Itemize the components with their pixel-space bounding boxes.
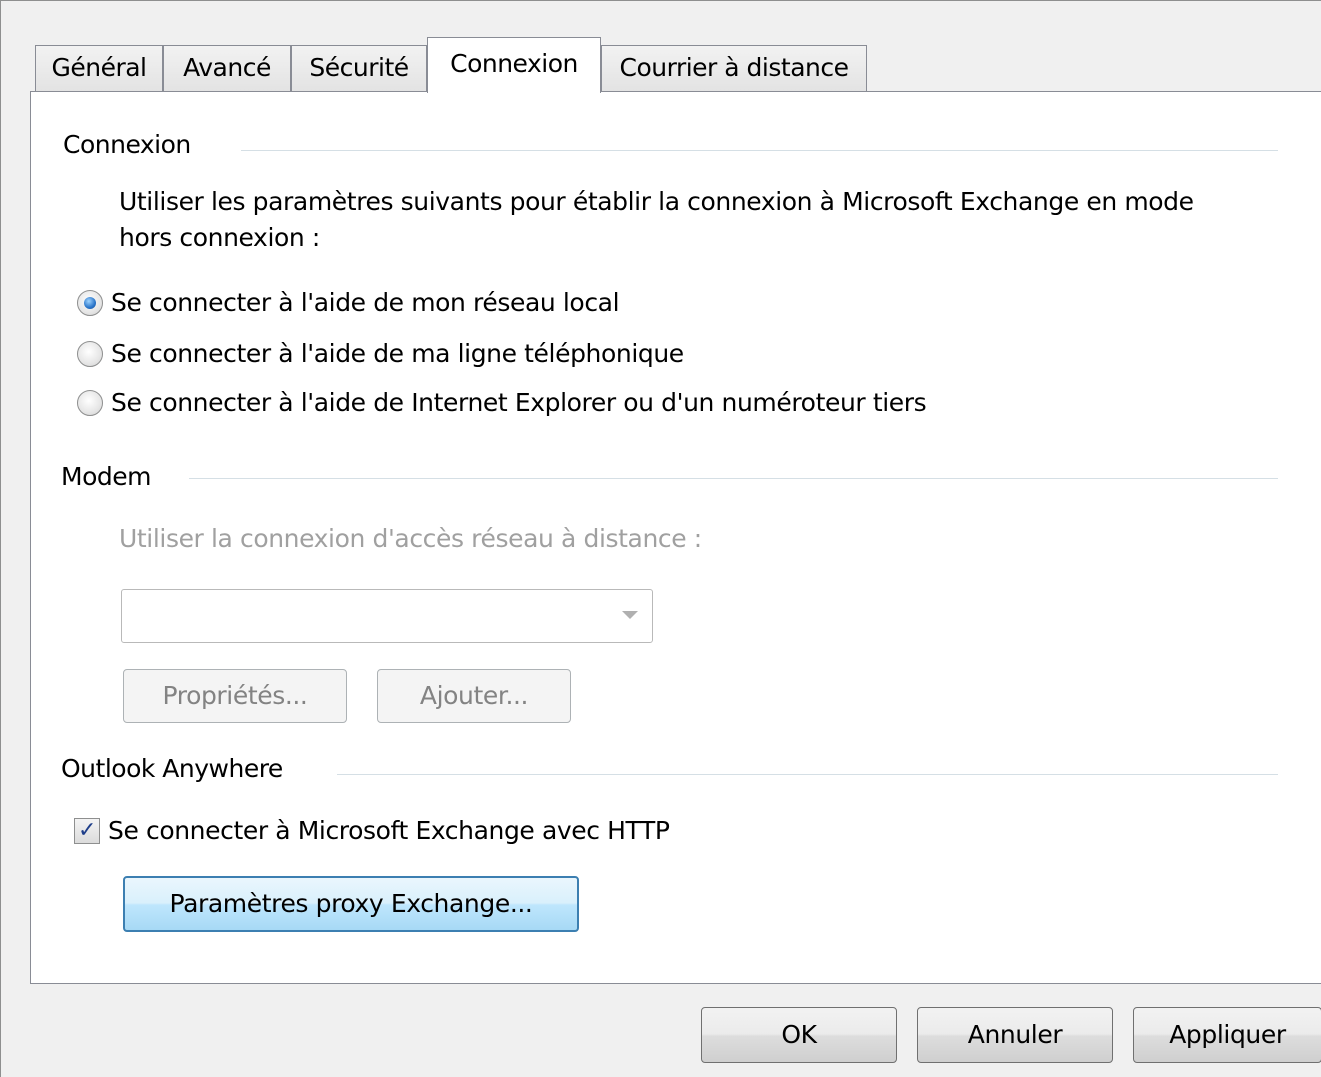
connection-tab-page: Connexion Utiliser les paramètres suivan… <box>30 91 1321 984</box>
checkmark-icon: ✓ <box>77 817 97 843</box>
connection-description-line2: hors connexion : <box>119 223 320 252</box>
radio-internet-explorer[interactable]: Se connecter à l'aide de Internet Explor… <box>77 388 927 417</box>
connection-description-line1: Utiliser les paramètres suivants pour ét… <box>119 187 1194 216</box>
tab-connection[interactable]: Connexion <box>427 37 601 93</box>
radio-local-network-label: Se connecter à l'aide de mon réseau loca… <box>111 288 620 317</box>
radio-unselected-icon[interactable] <box>77 340 103 367</box>
radio-unselected-icon[interactable] <box>77 389 103 416</box>
tab-advanced[interactable]: Avancé <box>163 45 291 91</box>
outlook-anywhere-section-divider <box>337 774 1278 776</box>
http-connection-checkbox-label: Se connecter à Microsoft Exchange avec H… <box>108 816 670 845</box>
tab-remote-mail[interactable]: Courrier à distance <box>601 45 867 91</box>
http-connection-checkbox-row[interactable]: ✓ Se connecter à Microsoft Exchange avec… <box>74 816 670 845</box>
checkbox[interactable]: ✓ <box>74 817 100 844</box>
modem-properties-button[interactable]: Propriétés... <box>123 669 347 723</box>
radio-local-network[interactable]: Se connecter à l'aide de mon réseau loca… <box>77 288 620 317</box>
modem-section-title: Modem <box>61 462 151 491</box>
cancel-button[interactable]: Annuler <box>917 1007 1113 1063</box>
radio-phone-line-label: Se connecter à l'aide de ma ligne téléph… <box>111 339 684 368</box>
connection-section-divider <box>241 150 1278 152</box>
radio-selected-icon[interactable] <box>77 289 103 316</box>
chevron-down-icon[interactable] <box>622 611 638 619</box>
outlook-anywhere-section-title: Outlook Anywhere <box>61 754 283 783</box>
radio-phone-line[interactable]: Se connecter à l'aide de ma ligne téléph… <box>77 339 684 368</box>
apply-button[interactable]: Appliquer <box>1133 1007 1321 1063</box>
modem-section-divider <box>189 478 1278 480</box>
radio-internet-explorer-label: Se connecter à l'aide de Internet Explor… <box>111 388 927 417</box>
exchange-proxy-settings-button[interactable]: Paramètres proxy Exchange... <box>123 876 579 932</box>
dialup-connection-select[interactable] <box>121 589 653 643</box>
account-settings-dialog: Général Avancé Sécurité Connexion Courri… <box>0 0 1321 1077</box>
tab-general[interactable]: Général <box>35 45 163 91</box>
ok-button[interactable]: OK <box>701 1007 897 1063</box>
modem-add-button[interactable]: Ajouter... <box>377 669 571 723</box>
connection-section-title: Connexion <box>63 130 191 159</box>
tab-security[interactable]: Sécurité <box>291 45 427 91</box>
dialup-connection-label: Utiliser la connexion d'accès réseau à d… <box>119 524 702 553</box>
